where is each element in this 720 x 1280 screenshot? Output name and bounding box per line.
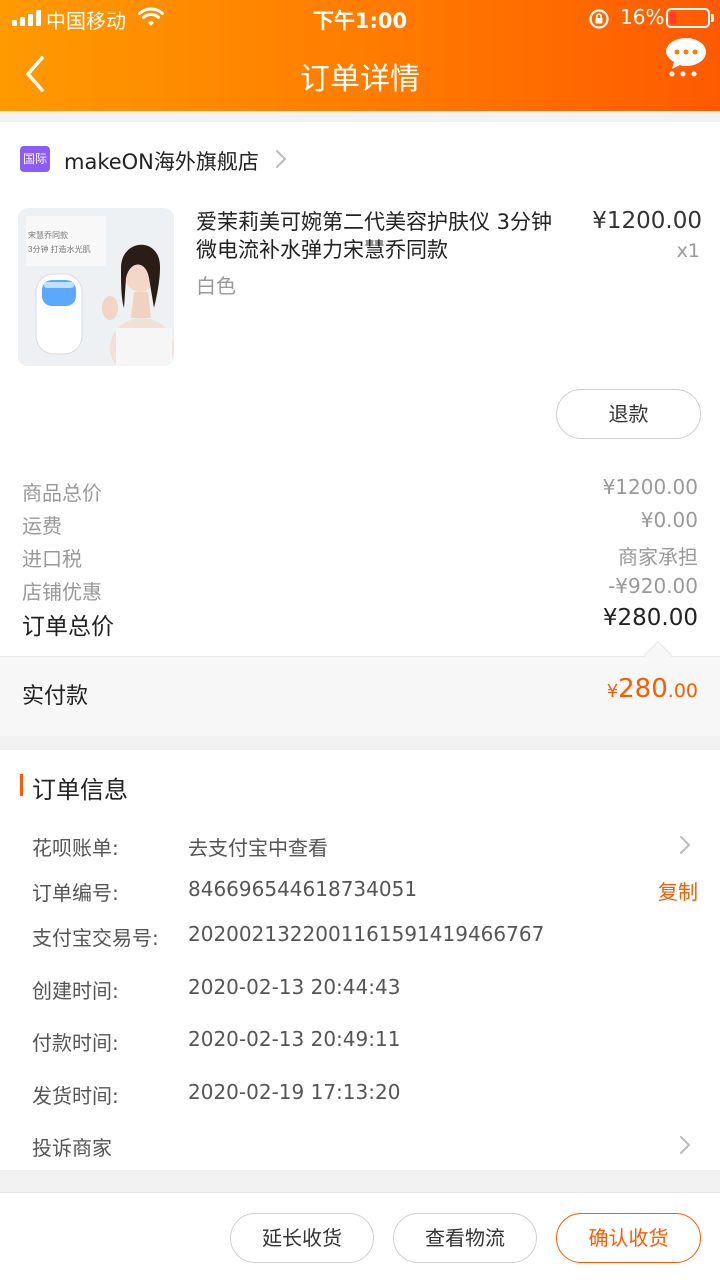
shop-type-badge: 国际 bbox=[20, 146, 50, 172]
confirm-receipt-button[interactable]: 确认收货 bbox=[556, 1213, 701, 1263]
message-icon[interactable] bbox=[664, 36, 708, 80]
summary-value-shipping: ¥0.00 bbox=[640, 508, 698, 532]
section-accent-bar bbox=[20, 774, 23, 796]
rotation-lock-icon bbox=[589, 9, 609, 29]
summary-label-shop-discount: 店铺优惠 bbox=[22, 580, 102, 604]
summary-label-import-tax: 进口税 bbox=[22, 547, 82, 571]
product-price: ¥1200.00 bbox=[592, 208, 702, 234]
order-info-title: 订单信息 bbox=[32, 776, 128, 804]
info-label-order-number: 订单编号: bbox=[32, 881, 119, 905]
summary-value-shop-discount: -¥920.00 bbox=[608, 574, 698, 598]
info-value-shipped-time: 2020-02-19 17:13:20 bbox=[188, 1080, 401, 1104]
info-label-shipped-time: 发货时间: bbox=[32, 1084, 119, 1108]
paid-amount-value: ¥280.00 bbox=[607, 674, 698, 704]
chevron-right-icon[interactable] bbox=[678, 834, 692, 856]
product-photo: 宋慧乔同款 3分钟 打造水光肌 bbox=[18, 208, 174, 366]
info-value-alipay-trade-no: 2020021322001161591419466767 bbox=[188, 922, 545, 946]
battery-icon bbox=[666, 8, 710, 28]
chevron-right-icon[interactable] bbox=[274, 148, 288, 170]
image-caption-2: 3分钟 打造水光肌 bbox=[28, 244, 91, 254]
summary-value-import-tax: 商家承担 bbox=[618, 545, 698, 569]
summary-label-goods-total: 商品总价 bbox=[22, 481, 102, 505]
battery-level bbox=[670, 12, 676, 24]
battery-percent: 16% bbox=[620, 5, 665, 29]
paid-amount-label: 实付款 bbox=[22, 684, 89, 709]
product-quantity: x1 bbox=[676, 240, 700, 262]
page-title: 订单详情 bbox=[300, 62, 420, 97]
chevron-right-icon[interactable] bbox=[678, 1134, 692, 1156]
order-total-value: ¥280.00 bbox=[602, 605, 698, 631]
refund-button[interactable]: 退款 bbox=[556, 389, 701, 439]
info-label-created-time: 创建时间: bbox=[32, 979, 119, 1003]
status-bar: 中国移动 下午1:00 16% bbox=[0, 0, 720, 36]
view-logistics-button[interactable]: 查看物流 bbox=[393, 1213, 537, 1263]
info-value-huabei[interactable]: 去支付宝中查看 bbox=[188, 832, 328, 861]
clock: 下午1:00 bbox=[312, 9, 408, 33]
summary-label-shipping: 运费 bbox=[22, 514, 62, 538]
paid-integer: 280 bbox=[618, 674, 668, 704]
info-value-paid-time: 2020-02-13 20:49:11 bbox=[188, 1027, 401, 1051]
copy-order-number-button[interactable]: 复制 bbox=[658, 876, 698, 905]
info-label-alipay-trade-no: 支付宝交易号: bbox=[32, 926, 159, 950]
info-label-paid-time: 付款时间: bbox=[32, 1031, 119, 1055]
summary-value-goods-total: ¥1200.00 bbox=[602, 475, 698, 499]
extend-receipt-button[interactable]: 延长收货 bbox=[230, 1213, 374, 1263]
complain-seller-link[interactable]: 投诉商家 bbox=[32, 1132, 112, 1161]
paid-decimal: .00 bbox=[667, 680, 698, 702]
image-caption-1: 宋慧乔同款 bbox=[28, 230, 68, 240]
product-spec: 白色 bbox=[196, 274, 236, 298]
paid-currency: ¥ bbox=[606, 681, 619, 702]
battery-tip bbox=[711, 14, 714, 22]
info-value-created-time: 2020-02-13 20:44:43 bbox=[188, 975, 401, 999]
shop-name[interactable]: makeON海外旗舰店 bbox=[64, 146, 259, 176]
info-label-huabei: 花呗账单: bbox=[32, 836, 119, 860]
product-title[interactable]: 爱茉莉美可婉第二代美容护肤仪 3分钟微电流补水弹力宋慧乔同款 bbox=[196, 208, 566, 264]
order-total-label: 订单总价 bbox=[22, 614, 114, 640]
product-image[interactable]: 宋慧乔同款 3分钟 打造水光肌 bbox=[18, 208, 174, 366]
info-value-order-number: 846696544618734051 bbox=[188, 877, 418, 901]
